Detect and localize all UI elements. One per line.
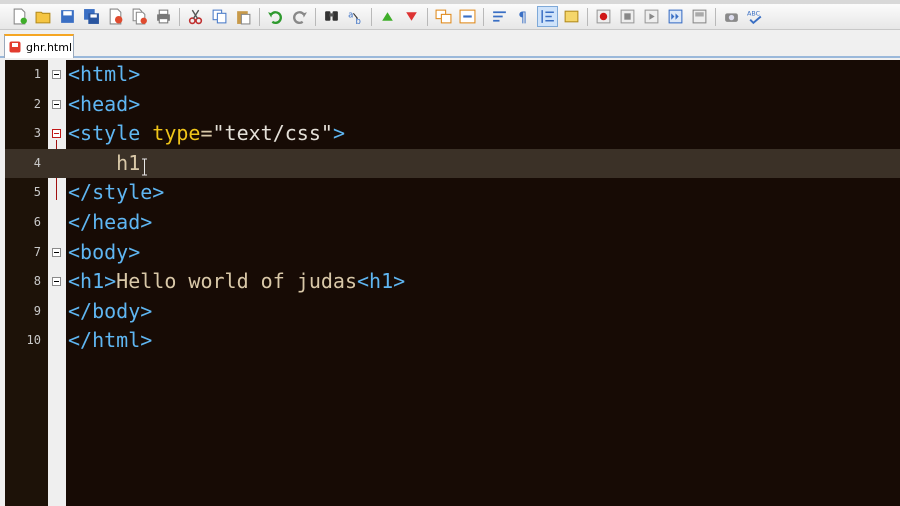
svg-text:¶: ¶ — [518, 10, 527, 25]
replace-icon[interactable]: ab — [346, 7, 365, 26]
line-number: 1 — [33, 67, 41, 81]
code-text: <body> — [68, 239, 141, 264]
toolbar-separator — [179, 7, 180, 26]
undo-icon[interactable] — [266, 7, 285, 26]
main-toolbar: ab ¶ ABC — [0, 4, 900, 30]
fold-toggle-icon[interactable] — [52, 99, 61, 109]
print-icon[interactable] — [154, 7, 173, 26]
fold-toggle-icon[interactable] — [52, 129, 61, 139]
code-line[interactable]: 8 <h1>Hello world of judas<h1> — [5, 267, 900, 297]
run-macro-multiple-icon[interactable] — [666, 7, 685, 26]
text-cursor-icon — [141, 155, 148, 176]
svg-text:ABC: ABC — [747, 9, 761, 17]
record-macro-icon[interactable] — [594, 7, 613, 26]
toolbar-separator — [371, 7, 372, 26]
toolbar-separator — [587, 7, 588, 26]
line-number: 2 — [33, 96, 41, 111]
code-line[interactable]: 6 </head> — [5, 208, 900, 238]
redo-icon[interactable] — [290, 7, 309, 26]
code-line[interactable]: 10 </html> — [5, 326, 900, 356]
copy-icon[interactable] — [210, 7, 229, 26]
sync-vertical-icon[interactable] — [434, 7, 453, 26]
code-text: </style> — [68, 180, 165, 205]
code-text: <head> — [68, 91, 141, 116]
zoom-in-icon[interactable] — [378, 7, 397, 26]
cut-icon[interactable] — [186, 7, 205, 26]
save-icon[interactable] — [58, 7, 77, 26]
code-line[interactable]: 1 <html> — [5, 60, 900, 90]
code-text: <html> — [68, 62, 141, 86]
toolbar-separator — [315, 7, 316, 26]
line-number: 9 — [33, 303, 41, 318]
paste-icon[interactable] — [234, 7, 253, 26]
zoom-out-icon[interactable] — [402, 7, 421, 26]
word-wrap-icon[interactable] — [490, 7, 509, 26]
toolbar-separator — [259, 7, 260, 26]
code-line[interactable]: 9 </body> — [5, 297, 900, 327]
save-all-icon[interactable] — [82, 7, 101, 26]
line-number: 3 — [33, 126, 41, 141]
svg-text:b: b — [356, 17, 361, 25]
line-number: 8 — [33, 274, 41, 289]
code-line[interactable]: 5 </style> — [5, 178, 900, 208]
line-number: 6 — [33, 215, 41, 229]
code-text: <h1>Hello world of judas<h1> — [68, 269, 406, 294]
line-number: 10 — [26, 333, 41, 348]
show-all-chars-icon[interactable]: ¶ — [514, 7, 533, 26]
line-number: 4 — [33, 155, 41, 170]
document-tab-bar: ghr.html — [0, 31, 900, 58]
stop-macro-icon[interactable] — [618, 7, 637, 26]
code-line[interactable]: 3 <style type="text/css"> — [5, 119, 900, 149]
code-line[interactable]: 2 <head> — [5, 90, 900, 120]
tab-label: ghr.html — [26, 40, 73, 54]
unsaved-file-icon — [9, 41, 21, 53]
new-file-icon[interactable] — [10, 7, 29, 26]
toolbar-separator — [427, 7, 428, 26]
code-text: </head> — [68, 210, 153, 234]
svg-text:a: a — [348, 11, 353, 21]
code-text: <style type="text/css"> — [68, 121, 345, 146]
code-text: h1 — [68, 149, 148, 179]
indent-guide-icon[interactable] — [537, 6, 558, 27]
sync-horizontal-icon[interactable] — [458, 7, 477, 26]
code-text: </body> — [68, 298, 153, 323]
close-icon[interactable] — [106, 7, 125, 26]
find-icon[interactable] — [322, 7, 341, 26]
code-line-current[interactable]: 4 h1 — [5, 148, 900, 179]
code-editor[interactable]: 1 <html> 2 <head> 3 <style type="text/cs… — [5, 60, 900, 506]
code-line[interactable]: 7 <body> — [5, 238, 900, 268]
fold-toggle-icon[interactable] — [52, 247, 61, 257]
save-macro-icon[interactable] — [690, 7, 709, 26]
play-macro-icon[interactable] — [642, 7, 661, 26]
fold-toggle-icon[interactable] — [52, 277, 61, 287]
toolbar-separator — [483, 7, 484, 26]
code-text: </html> — [68, 328, 153, 353]
fold-toggle-icon[interactable] — [52, 70, 61, 79]
spell-check-icon[interactable]: ABC — [746, 7, 765, 26]
open-file-icon[interactable] — [34, 7, 53, 26]
launch-browser-icon[interactable] — [722, 7, 741, 26]
toolbar-separator — [715, 7, 716, 26]
doc-map-icon[interactable] — [562, 7, 581, 26]
line-number: 7 — [33, 244, 41, 259]
close-all-icon[interactable] — [130, 7, 149, 26]
line-number: 5 — [33, 185, 41, 200]
tab-ghr-html[interactable]: ghr.html — [4, 34, 74, 58]
